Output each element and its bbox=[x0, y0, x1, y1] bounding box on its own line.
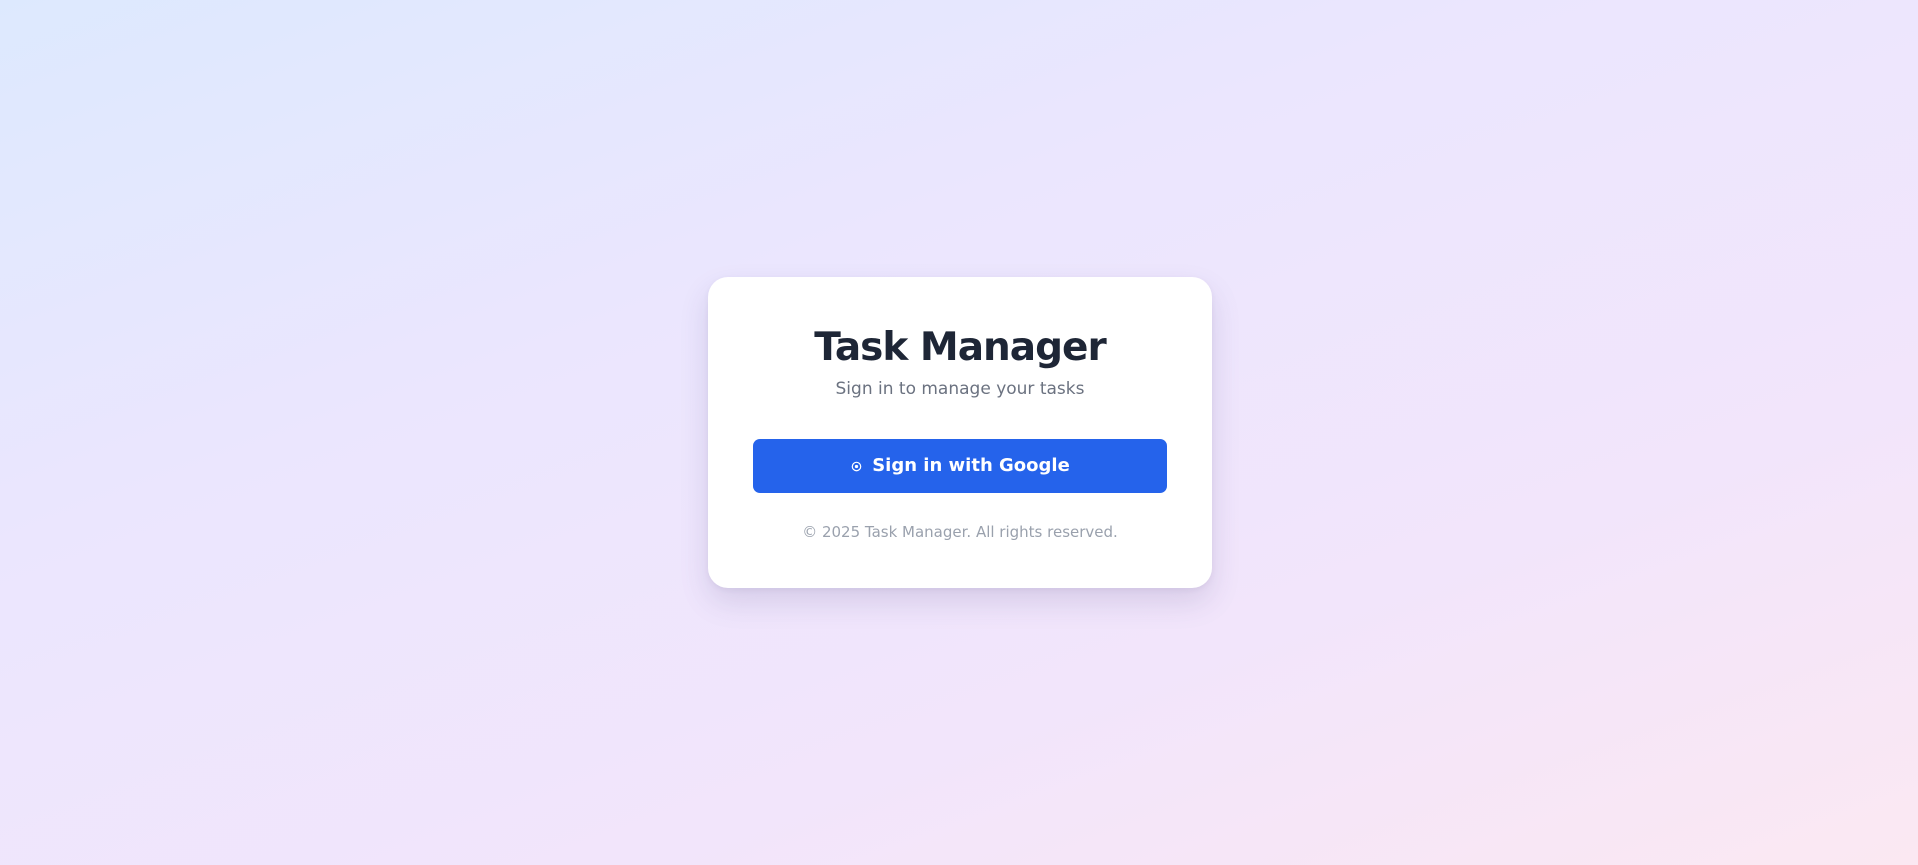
google-icon bbox=[850, 460, 862, 472]
google-signin-button[interactable]: Sign in with Google bbox=[753, 439, 1167, 493]
google-signin-label: Sign in with Google bbox=[872, 455, 1070, 476]
page-title: Task Manager bbox=[814, 325, 1106, 370]
copyright-footer: © 2025 Task Manager. All rights reserved… bbox=[802, 523, 1118, 541]
login-card: Task Manager Sign in to manage your task… bbox=[708, 277, 1212, 588]
subtitle: Sign in to manage your tasks bbox=[835, 379, 1085, 399]
